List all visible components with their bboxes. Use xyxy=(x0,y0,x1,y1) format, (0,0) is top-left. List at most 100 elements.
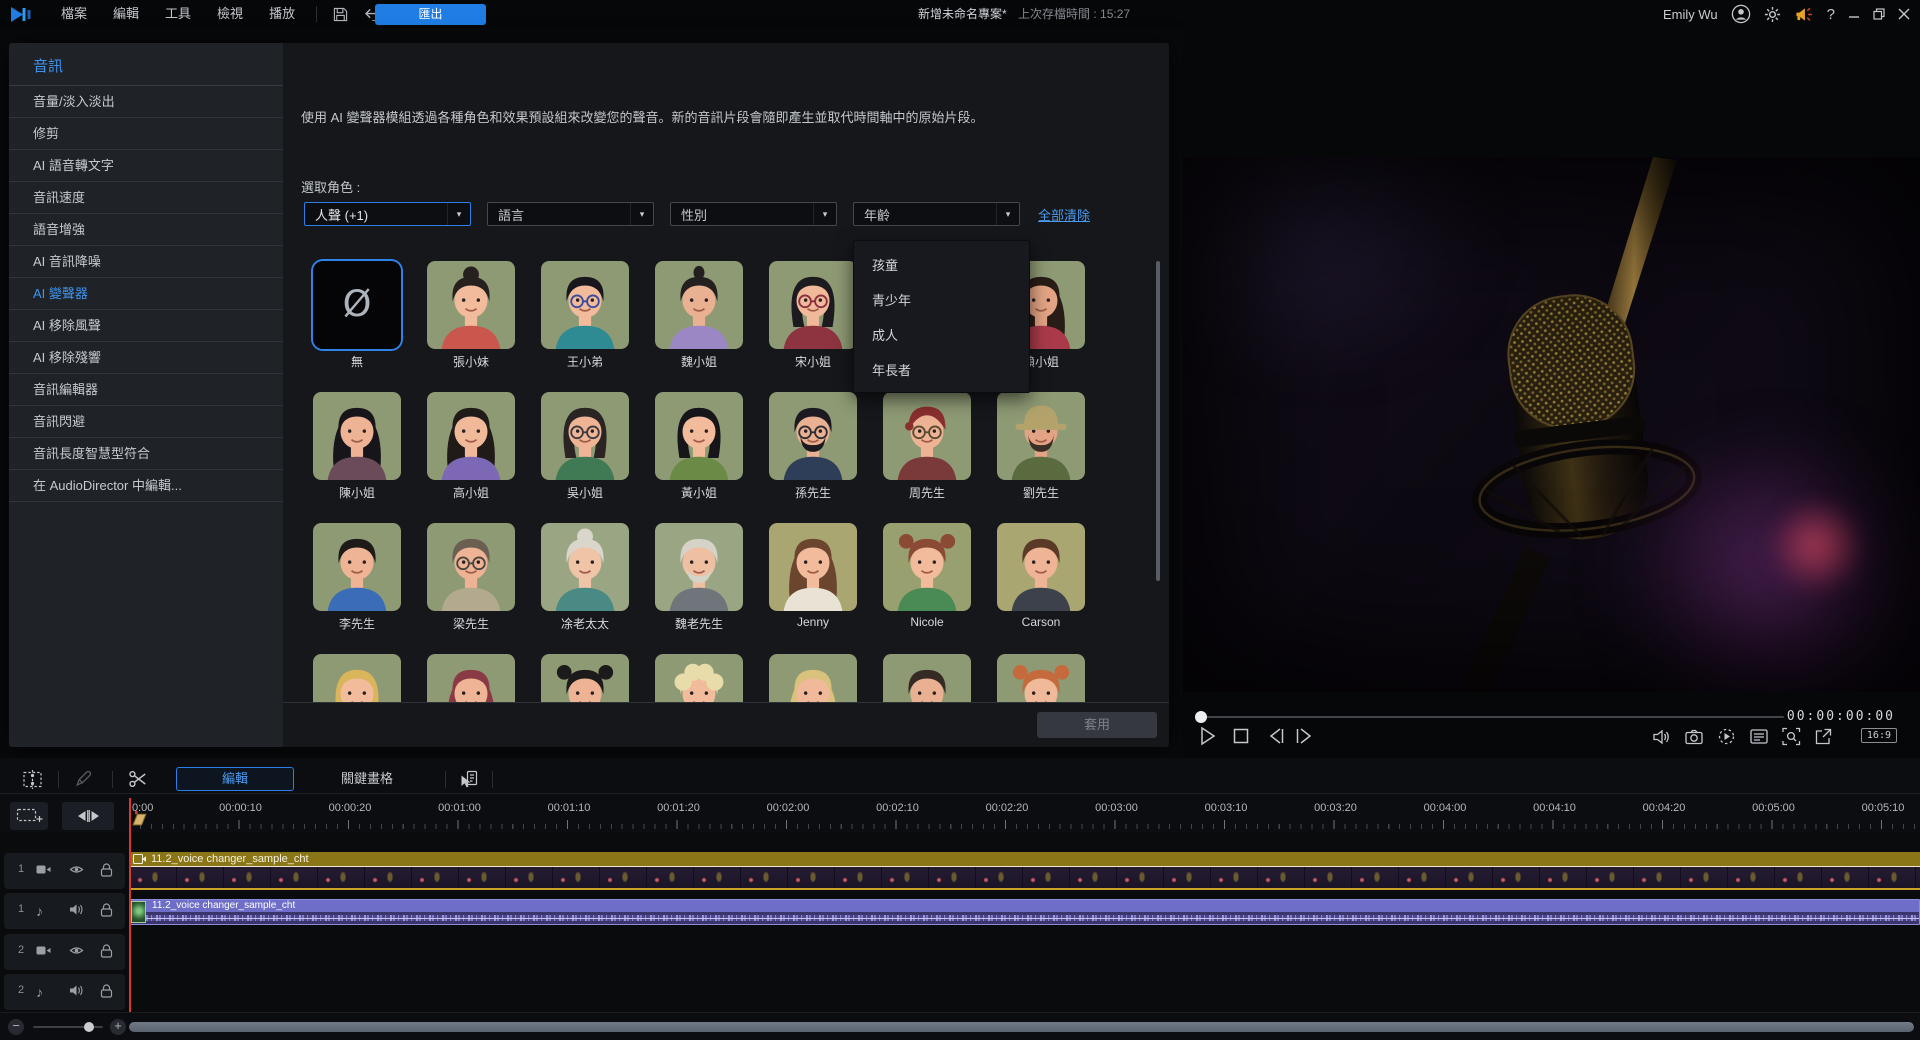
sidebar-item[interactable]: AI 移除風聲 xyxy=(9,310,283,342)
menu-item-0[interactable]: 檔案 xyxy=(48,0,100,28)
settings-gear-icon[interactable] xyxy=(1764,6,1781,23)
sidebar-item[interactable]: 音量/淡入淡出 xyxy=(9,86,283,118)
avatar-image[interactable] xyxy=(997,654,1085,702)
video-track-icon[interactable] xyxy=(36,863,51,876)
voice-avatar-李先生[interactable]: 李先生 xyxy=(313,523,401,629)
stop-button[interactable] xyxy=(1233,726,1249,746)
chevron-down-icon[interactable]: ▾ xyxy=(447,203,470,225)
lock-toggle-icon[interactable] xyxy=(100,863,113,877)
close-window-icon[interactable] xyxy=(1898,8,1910,20)
save-icon[interactable] xyxy=(333,7,348,22)
avatar-image[interactable] xyxy=(313,392,401,480)
avatar-image[interactable] xyxy=(883,392,971,480)
avatar-image[interactable] xyxy=(997,392,1085,480)
chevron-down-icon[interactable]: ▾ xyxy=(996,203,1019,225)
avatar-image[interactable] xyxy=(541,392,629,480)
zoom-out-icon[interactable]: − xyxy=(8,1019,24,1035)
snapshot-camera-icon[interactable] xyxy=(1685,729,1703,745)
menu-item-3[interactable]: 檢視 xyxy=(204,0,256,28)
timeline-ruler[interactable]: 0:0000:00:1000:00:2000:01:0000:01:1000:0… xyxy=(0,798,1920,830)
aspect-ratio-badge[interactable]: 16:9 xyxy=(1861,728,1897,743)
avatar-image[interactable] xyxy=(427,523,515,611)
age-menu-item[interactable]: 年長者 xyxy=(854,353,1029,388)
design-pen-icon[interactable] xyxy=(74,769,93,788)
sidebar-item[interactable]: AI 語音轉文字 xyxy=(9,150,283,182)
sidebar-item[interactable]: 修剪 xyxy=(9,118,283,150)
playhead-flag-icon[interactable] xyxy=(131,810,148,827)
voice-avatar-凃老太太[interactable]: 凃老太太 xyxy=(541,523,629,629)
avatar-image[interactable] xyxy=(427,261,515,349)
voice-avatar[interactable] xyxy=(769,654,857,702)
avatar-image[interactable] xyxy=(541,523,629,611)
voice-avatar-梁先生[interactable]: 梁先生 xyxy=(427,523,515,629)
edit-mode-button[interactable]: 編輯 xyxy=(176,767,294,791)
volume-icon[interactable] xyxy=(1653,729,1671,745)
avatar-image[interactable] xyxy=(769,261,857,349)
menu-item-4[interactable]: 播放 xyxy=(256,0,308,28)
voice-avatar-Carson[interactable]: Carson xyxy=(997,523,1085,629)
visibility-toggle-icon[interactable] xyxy=(69,863,84,876)
avatar-image[interactable] xyxy=(541,261,629,349)
age-menu-item[interactable]: 成人 xyxy=(854,318,1029,353)
voice-avatar-周先生[interactable]: 周先生 xyxy=(883,392,971,498)
split-scissors-icon[interactable] xyxy=(128,769,148,789)
voice-avatar-孫先生[interactable]: 孫先生 xyxy=(769,392,857,498)
previous-frame-button[interactable] xyxy=(1267,726,1285,746)
render-preview-icon[interactable] xyxy=(1717,727,1736,746)
filter-dropdown[interactable]: 語言 ▾ xyxy=(487,202,654,226)
avatar-image[interactable] xyxy=(541,654,629,702)
voice-avatar-Nicole[interactable]: Nicole xyxy=(883,523,971,629)
avatar-image[interactable] xyxy=(655,392,743,480)
avatar-image[interactable] xyxy=(769,654,857,702)
age-menu-item[interactable]: 孩童 xyxy=(854,248,1029,283)
sidebar-item[interactable]: AI 音訊降噪 xyxy=(9,246,283,278)
announcements-megaphone-icon[interactable] xyxy=(1794,6,1814,23)
avatar-image[interactable] xyxy=(427,392,515,480)
voice-avatar-張小妹[interactable]: 張小妹 xyxy=(427,261,515,367)
select-range-icon[interactable] xyxy=(22,769,43,790)
voice-avatar[interactable] xyxy=(541,654,629,702)
zoom-preview-icon[interactable] xyxy=(1782,727,1801,746)
apply-button[interactable]: 套用 xyxy=(1037,712,1157,738)
avatar-image[interactable] xyxy=(997,523,1085,611)
minimize-icon[interactable] xyxy=(1848,9,1860,19)
context-menu-cursor-icon[interactable] xyxy=(458,769,479,790)
voice-avatar-吳小姐[interactable]: 吳小姐 xyxy=(541,392,629,498)
sidebar-item[interactable]: 音訊速度 xyxy=(9,182,283,214)
restore-window-icon[interactable] xyxy=(1873,8,1885,20)
voice-avatar[interactable] xyxy=(313,654,401,702)
voice-avatar-陳小姐[interactable]: 陳小姐 xyxy=(313,392,401,498)
voice-avatar[interactable] xyxy=(883,654,971,702)
chevron-down-icon[interactable]: ▾ xyxy=(630,203,653,225)
menu-item-2[interactable]: 工具 xyxy=(152,0,204,28)
timeline-horizontal-scrollbar[interactable] xyxy=(129,1022,1914,1032)
voice-avatar[interactable] xyxy=(427,654,515,702)
help-icon[interactable]: ? xyxy=(1827,6,1835,23)
avatar-image[interactable] xyxy=(313,523,401,611)
timeline-zoom-handle[interactable] xyxy=(84,1022,94,1032)
seek-handle[interactable] xyxy=(1195,711,1207,723)
lock-toggle-icon[interactable] xyxy=(100,903,113,917)
undock-preview-icon[interactable] xyxy=(1815,728,1832,745)
sidebar-item[interactable]: 音訊長度智慧型符合 xyxy=(9,438,283,470)
sidebar-item[interactable]: 音訊閃避 xyxy=(9,406,283,438)
voice-avatar-Jenny[interactable]: Jenny xyxy=(769,523,857,629)
playhead-line[interactable] xyxy=(129,798,131,1012)
next-frame-button[interactable] xyxy=(1295,726,1315,746)
avatar-image[interactable] xyxy=(655,654,743,702)
voice-avatar-無[interactable]: Ø 無 xyxy=(313,261,401,367)
play-button[interactable] xyxy=(1199,726,1217,746)
sidebar-item[interactable]: 音訊編輯器 xyxy=(9,374,283,406)
voice-avatar-王小弟[interactable]: 王小弟 xyxy=(541,261,629,367)
user-avatar-icon[interactable] xyxy=(1731,4,1751,24)
voice-avatar-劉先生[interactable]: 劉先生 xyxy=(997,392,1085,498)
lock-toggle-icon[interactable] xyxy=(100,984,113,998)
mute-toggle-icon[interactable] xyxy=(69,984,84,997)
sidebar-item[interactable]: AI 變聲器 xyxy=(9,278,283,310)
mute-toggle-icon[interactable] xyxy=(69,903,84,916)
avatar-image[interactable] xyxy=(427,654,515,702)
voice-avatar-宋小姐[interactable]: 宋小姐 xyxy=(769,261,857,367)
export-button[interactable]: 匯出 xyxy=(375,4,486,25)
audio-clip[interactable]: 11.2_voice changer_sample_cht xyxy=(129,899,1920,925)
seek-bar[interactable] xyxy=(1200,716,1784,718)
